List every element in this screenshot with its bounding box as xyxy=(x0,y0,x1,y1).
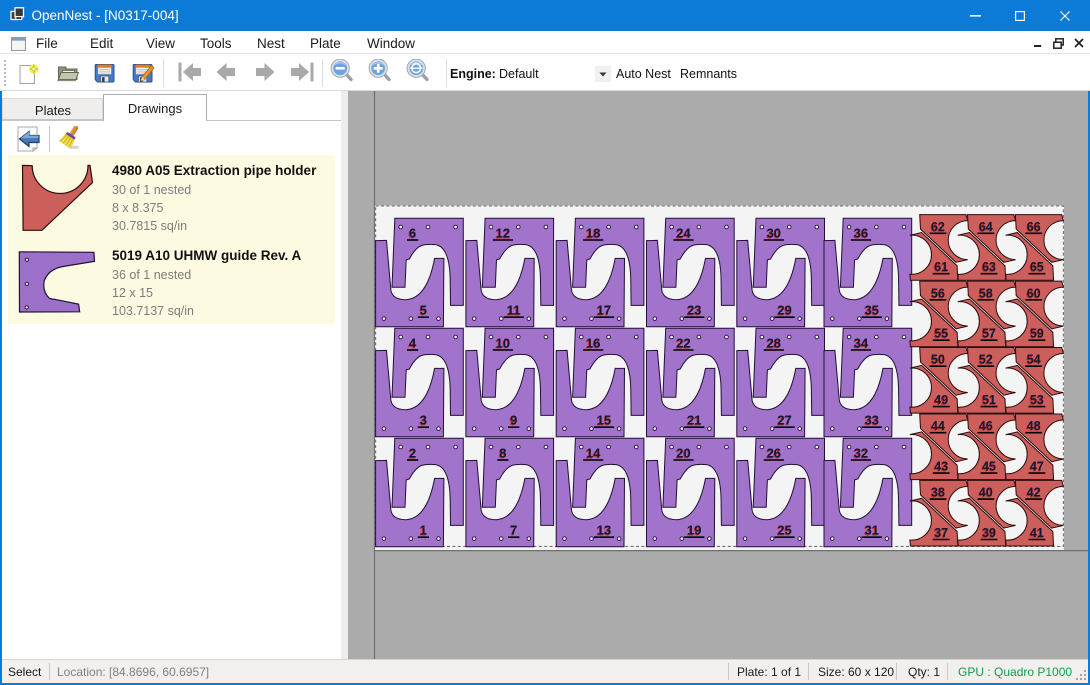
svg-text:30: 30 xyxy=(767,226,781,241)
svg-text:16: 16 xyxy=(586,336,600,351)
svg-text:19: 19 xyxy=(687,523,701,538)
svg-text:17: 17 xyxy=(597,303,611,318)
svg-text:39: 39 xyxy=(982,526,996,540)
svg-text:60: 60 xyxy=(1027,286,1041,300)
svg-text:4: 4 xyxy=(409,336,417,351)
svg-text:22: 22 xyxy=(676,336,690,351)
svg-text:1: 1 xyxy=(420,523,427,538)
svg-text:15: 15 xyxy=(597,413,611,428)
svg-text:53: 53 xyxy=(1030,393,1044,407)
svg-text:63: 63 xyxy=(982,260,996,274)
svg-text:43: 43 xyxy=(934,460,948,474)
svg-text:44: 44 xyxy=(931,419,945,433)
svg-text:7: 7 xyxy=(510,523,517,538)
svg-text:3: 3 xyxy=(420,413,427,428)
svg-text:52: 52 xyxy=(979,353,993,367)
svg-text:14: 14 xyxy=(586,446,601,461)
svg-text:46: 46 xyxy=(979,419,993,433)
svg-text:50: 50 xyxy=(931,353,945,367)
svg-text:13: 13 xyxy=(597,523,611,538)
svg-text:29: 29 xyxy=(777,303,791,318)
svg-text:62: 62 xyxy=(931,220,945,234)
svg-text:2: 2 xyxy=(409,446,416,461)
svg-text:32: 32 xyxy=(854,446,868,461)
svg-text:25: 25 xyxy=(777,523,791,538)
svg-text:11: 11 xyxy=(507,303,521,318)
svg-text:20: 20 xyxy=(676,446,690,461)
svg-text:21: 21 xyxy=(687,413,701,428)
svg-text:45: 45 xyxy=(982,460,996,474)
svg-text:18: 18 xyxy=(586,226,600,241)
svg-text:48: 48 xyxy=(1027,419,1041,433)
svg-text:38: 38 xyxy=(931,486,945,500)
svg-text:59: 59 xyxy=(1030,327,1044,341)
svg-text:12: 12 xyxy=(496,226,510,241)
svg-text:61: 61 xyxy=(934,260,948,274)
svg-text:27: 27 xyxy=(777,413,791,428)
svg-text:26: 26 xyxy=(767,446,781,461)
svg-text:47: 47 xyxy=(1030,460,1044,474)
svg-text:64: 64 xyxy=(979,220,993,234)
svg-text:55: 55 xyxy=(934,327,948,341)
svg-text:66: 66 xyxy=(1027,220,1041,234)
svg-text:33: 33 xyxy=(865,413,879,428)
svg-text:37: 37 xyxy=(934,526,948,540)
svg-text:54: 54 xyxy=(1027,353,1041,367)
svg-text:51: 51 xyxy=(982,393,996,407)
svg-text:9: 9 xyxy=(510,413,517,428)
svg-text:31: 31 xyxy=(865,523,879,538)
svg-text:6: 6 xyxy=(409,226,416,241)
svg-text:34: 34 xyxy=(854,336,869,351)
svg-text:56: 56 xyxy=(931,286,945,300)
svg-text:57: 57 xyxy=(982,327,996,341)
svg-text:42: 42 xyxy=(1027,486,1041,500)
svg-text:24: 24 xyxy=(676,226,691,241)
svg-text:40: 40 xyxy=(979,486,993,500)
svg-text:36: 36 xyxy=(854,226,868,241)
svg-text:41: 41 xyxy=(1030,526,1044,540)
svg-text:65: 65 xyxy=(1030,260,1044,274)
svg-text:8: 8 xyxy=(499,446,506,461)
svg-text:49: 49 xyxy=(934,393,948,407)
svg-text:10: 10 xyxy=(496,336,510,351)
svg-text:58: 58 xyxy=(979,286,993,300)
svg-text:28: 28 xyxy=(767,336,781,351)
svg-text:35: 35 xyxy=(865,303,879,318)
svg-text:5: 5 xyxy=(420,303,427,318)
svg-text:23: 23 xyxy=(687,303,701,318)
